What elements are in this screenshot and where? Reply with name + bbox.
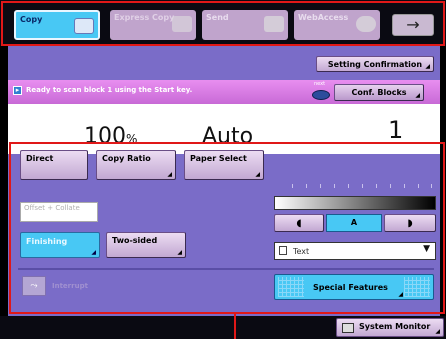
finishing-button[interactable]: Finishing ◢ — [20, 232, 100, 258]
density-gradient-bar — [274, 196, 436, 210]
tab-express-copy: Express Copy — [110, 10, 196, 40]
interrupt-label: Interrupt — [52, 282, 88, 290]
tab-copy[interactable]: Copy — [14, 10, 100, 40]
submenu-triangle-icon: ◢ — [435, 328, 440, 335]
chevron-down-icon: ▼ — [423, 244, 430, 254]
auto-density-button[interactable]: A — [326, 214, 382, 232]
original-type-select[interactable]: Text ▼ — [274, 242, 436, 260]
offset-collate-indicator: Offset + Collate — [20, 202, 98, 222]
bottom-bar: System Monitor ◢ — [0, 316, 446, 339]
copy-blocks-disk-icon — [312, 90, 330, 100]
submenu-triangle-icon: ◢ — [425, 63, 430, 70]
paper-readout: Auto — [202, 124, 254, 149]
copy-blocks-icon-label: next — [314, 81, 326, 87]
special-features-button[interactable]: Special Features ◢ — [274, 274, 434, 300]
conf-blocks-label: Conf. Blocks — [351, 88, 407, 97]
status-message: Ready to scan block 1 using the Start ke… — [26, 86, 193, 94]
special-features-label: Special Features — [313, 283, 388, 292]
tab-send-label: Send — [206, 13, 229, 22]
two-sided-button[interactable]: Two-sided ◢ — [106, 232, 186, 258]
copies-readout: 1 — [388, 116, 404, 144]
submenu-triangle-icon: ◢ — [398, 291, 403, 298]
tab-send[interactable]: Send — [202, 10, 288, 40]
next-tab-arrow-button[interactable]: → — [392, 14, 434, 36]
lighter-density-icon: ◖ — [296, 218, 302, 229]
tab-webaccess-label: WebAccess — [298, 13, 349, 22]
system-monitor-button[interactable]: System Monitor ◢ — [336, 318, 444, 337]
system-monitor-label: System Monitor — [359, 322, 431, 331]
tab-copy-label: Copy — [20, 15, 43, 24]
express-copy-icon — [172, 16, 192, 32]
tab-webaccess[interactable]: WebAccess — [294, 10, 380, 40]
density-scale-ticks — [292, 184, 432, 190]
copy-blocks-icon: next — [312, 81, 330, 102]
ratio-unit: % — [126, 132, 138, 146]
setting-confirmation-button[interactable]: Setting Confirmation ◢ — [316, 56, 434, 72]
monitor-icon — [342, 323, 354, 333]
submenu-triangle-icon: ◢ — [167, 171, 172, 178]
paper-select-button[interactable]: Paper Select ◢ — [184, 150, 264, 180]
interrupt-icon: ⤳ — [30, 281, 38, 291]
copier-icon — [74, 18, 94, 34]
two-sided-label: Two-sided — [112, 236, 158, 245]
settings-readout: 100% Auto 1 — [8, 104, 440, 154]
copy-ratio-button[interactable]: Copy Ratio ◢ — [96, 150, 176, 180]
copy-ratio-label: Copy Ratio — [102, 154, 151, 163]
section-divider — [18, 268, 434, 270]
submenu-triangle-icon: ◢ — [255, 171, 260, 178]
status-bar: ▸ Ready to scan block 1 using the Start … — [8, 80, 440, 104]
document-icon — [279, 246, 287, 255]
original-type-value: Text — [293, 247, 310, 256]
copy-ratio-readout: 100% — [84, 124, 137, 149]
function-tab-bar: Copy Express Copy Send WebAccess → — [0, 0, 446, 46]
conf-blocks-button[interactable]: Conf. Blocks ◢ — [334, 84, 424, 101]
submenu-triangle-icon: ◢ — [415, 92, 420, 99]
submenu-triangle-icon: ◢ — [177, 249, 182, 256]
submenu-triangle-icon: ◢ — [91, 249, 96, 256]
direct-label: Direct — [26, 154, 54, 163]
grid-icon — [404, 277, 430, 297]
finishing-label: Finishing — [26, 237, 68, 246]
lighter-density-button[interactable]: ◖ — [274, 214, 324, 232]
highlight-callout-line — [234, 312, 236, 339]
direct-button[interactable]: Direct — [20, 150, 88, 180]
setting-confirmation-label: Setting Confirmation — [327, 60, 423, 69]
interrupt-button: ⤳ — [22, 276, 46, 296]
paper-select-label: Paper Select — [190, 154, 247, 163]
copy-panel: Setting Confirmation ◢ ▸ Ready to scan b… — [8, 46, 440, 316]
grid-icon — [278, 277, 304, 297]
globe-icon — [356, 16, 376, 32]
darker-density-button[interactable]: ◗ — [384, 214, 436, 232]
tab-express-copy-label: Express Copy — [114, 13, 175, 22]
envelope-icon — [264, 16, 284, 32]
copy-screen: Copy Express Copy Send WebAccess → Setti… — [0, 0, 446, 339]
ratio-value: 100 — [84, 124, 126, 149]
darker-density-icon: ◗ — [407, 218, 413, 229]
scanner-status-icon: ▸ — [13, 86, 22, 95]
